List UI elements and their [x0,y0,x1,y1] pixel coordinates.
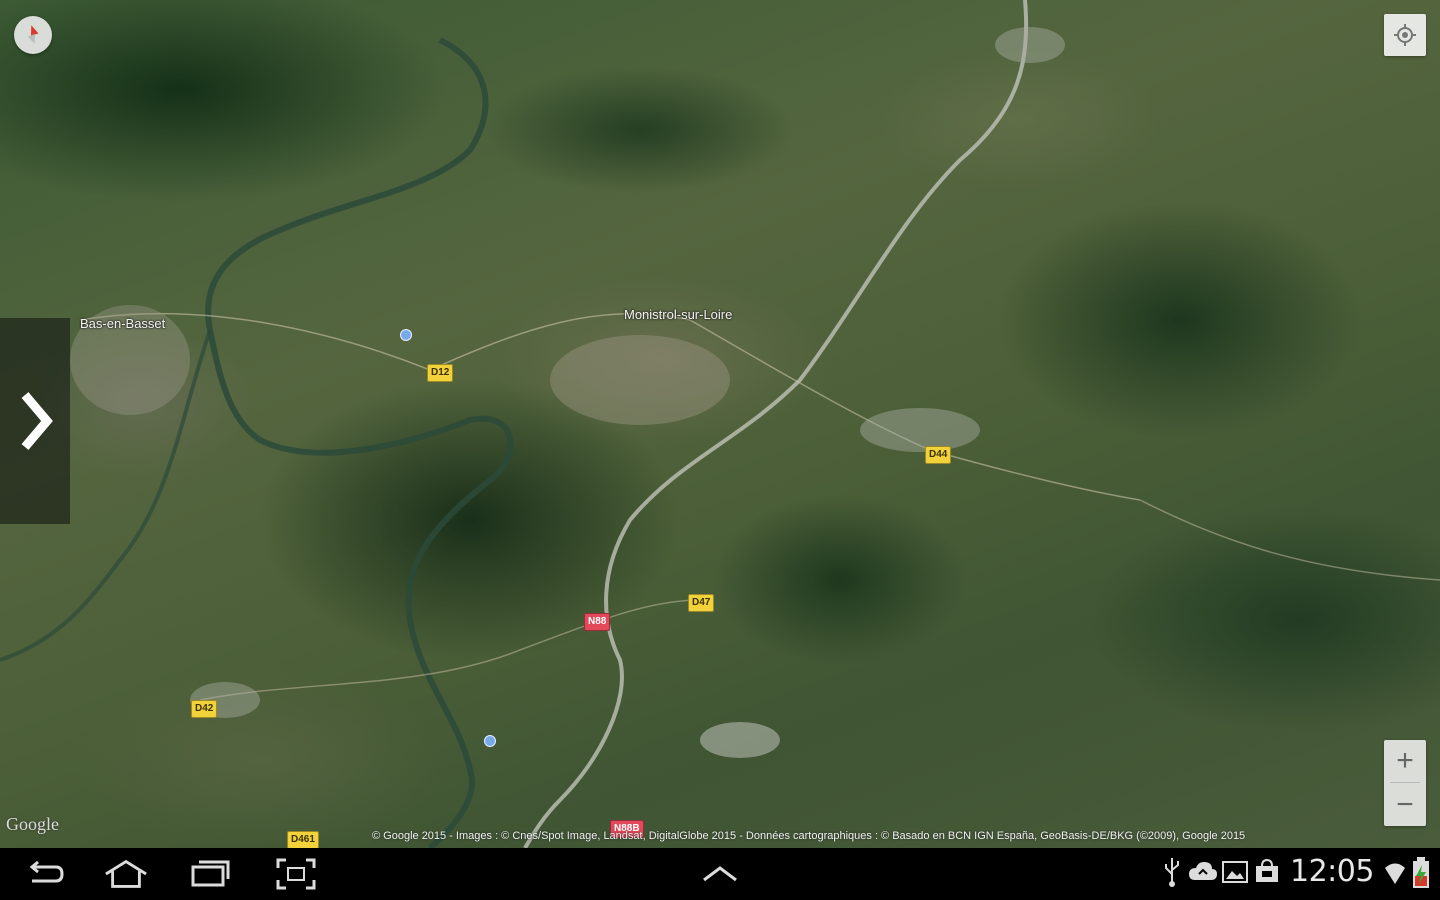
road-3 [199,599,701,701]
map-attribution: © Google 2015 - Images : © Cnes/Spot Ima… [372,830,1246,842]
road-4 [1139,499,1440,581]
usb-icon [1165,858,1179,887]
status-clock: 12:05 [1290,854,1374,889]
system-navigation-bar: 12:05 [0,848,1440,900]
road-shield-d461[interactable]: D461 [287,831,319,848]
side-panel-toggle[interactable] [0,318,70,524]
urban-north [995,27,1065,63]
road-shield-d47[interactable]: D47 [688,594,715,612]
place-label-bas-en-basset[interactable]: Bas-en-Basset [80,316,165,331]
poi-marker[interactable] [400,329,412,341]
google-logo: Google [6,814,59,834]
recent-apps-button[interactable] [188,856,232,892]
my-location-button[interactable] [1384,14,1426,56]
my-location-icon [1394,24,1416,46]
poi-marker[interactable] [484,735,496,747]
road-shield-n88[interactable]: N88 [584,613,611,631]
road-shield-d44[interactable]: D44 [925,446,952,464]
back-icon [29,860,64,883]
urban-quarry [700,722,780,758]
urban-monistrol [550,335,730,425]
home-icon [105,859,147,888]
zoom-in-button[interactable]: + [1384,740,1426,782]
zoom-out-button[interactable]: − [1384,784,1426,826]
compass-button[interactable] [14,16,52,54]
battery-charging-icon [1413,857,1429,888]
screenshot-button[interactable] [274,856,318,892]
satellite-map[interactable]: Bas-en-Basset Monistrol-sur-Loire D12 D4… [0,0,1440,848]
zoom-controls: + − [1384,740,1426,826]
screenshot-icon [276,858,316,890]
show-more-button[interactable] [698,856,742,892]
gallery-icon [1222,861,1248,883]
zoom-separator [1390,782,1420,783]
wifi-icon [1385,863,1405,884]
chevron-right-icon [21,392,53,450]
home-button[interactable] [104,856,148,892]
urban-industrial [860,408,980,452]
road-shield-d12[interactable]: D12 [427,364,454,382]
river-loire [205,37,514,848]
place-label-monistrol[interactable]: Monistrol-sur-Loire [624,307,732,322]
recent-apps-icon [191,860,230,887]
back-button[interactable] [22,856,66,892]
cloud-upload-icon [1189,862,1217,880]
terrain-layer [0,0,1440,848]
store-icon [1256,858,1278,882]
road-shield-d42[interactable]: D42 [191,700,218,718]
chevron-up-icon [703,866,737,882]
